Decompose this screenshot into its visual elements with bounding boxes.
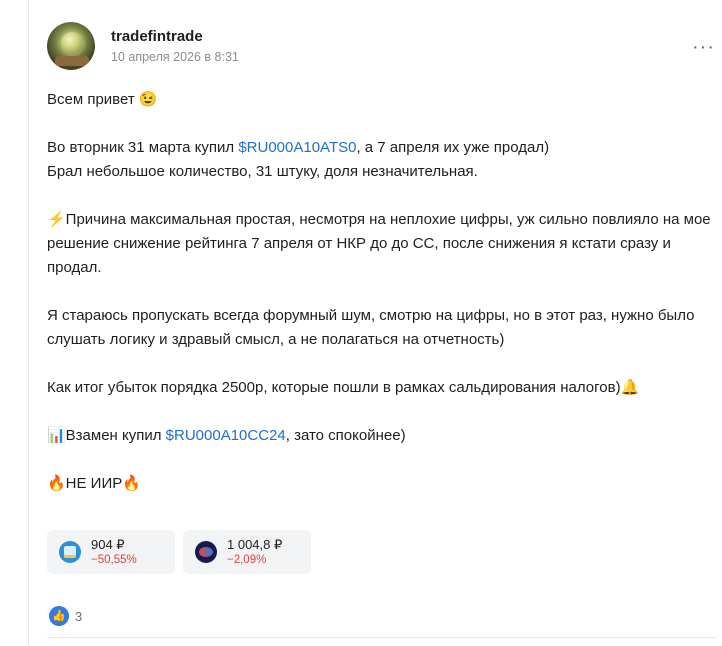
post-header: tradefintrade 10 апреля 2026 в 8:31 ··· xyxy=(47,20,722,72)
instrument-change: −2,09% xyxy=(227,554,267,566)
post-line: Как итог убыток порядка 2500р, которые п… xyxy=(47,379,640,396)
instrument-chip[interactable]: 904 ₽ −50,55% xyxy=(47,530,175,574)
post-body: Всем привет 😉 Во вторник 31 марта купил … xyxy=(47,88,717,496)
post-line: 🔥НЕ ИИР🔥 xyxy=(47,475,141,492)
like-count: 3 xyxy=(75,609,83,624)
instrument-chip[interactable]: 1 004,8 ₽ −2,09% xyxy=(183,530,311,574)
post-line: 📊Взамен купил $RU000A10CC24, зато спокой… xyxy=(47,424,717,448)
avatar-orb xyxy=(61,32,83,54)
post-line: Во вторник 31 марта купил $RU000A10ATS0,… xyxy=(47,136,717,160)
bond-issuer-logo-icon xyxy=(59,541,81,563)
text-fragment: , зато спокойнее) xyxy=(285,427,406,444)
post-line: ⚡Причина максимальная простая, несмотря … xyxy=(47,211,711,276)
thumbs-up-icon[interactable]: 👍 xyxy=(49,606,69,626)
instrument-price: 1 004,8 ₽ xyxy=(227,537,283,552)
instrument-price: 904 ₽ xyxy=(91,537,125,552)
text-fragment: Во вторник 31 марта купил xyxy=(47,139,239,156)
post-line: Брал небольшое количество, 31 штуку, дол… xyxy=(47,163,478,180)
ticker-link[interactable]: $RU000A10ATS0 xyxy=(238,139,356,156)
divider xyxy=(47,637,717,638)
post-card: tradefintrade 10 апреля 2026 в 8:31 ··· … xyxy=(28,0,722,646)
post-line: Всем привет 😉 xyxy=(47,91,158,108)
more-options-icon[interactable]: ··· xyxy=(692,36,715,59)
post-date: 10 апреля 2026 в 8:31 xyxy=(111,50,239,64)
avatar-base xyxy=(55,56,89,66)
avatar[interactable] xyxy=(47,22,95,70)
text-fragment: 📊Взамен купил xyxy=(47,427,166,444)
author-name[interactable]: tradefintrade xyxy=(111,28,203,45)
instrument-change: −50,55% xyxy=(91,554,137,566)
post-line: Я стараюсь пропускать всегда форумный шу… xyxy=(47,307,695,348)
ticker-link[interactable]: $RU000A10CC24 xyxy=(166,427,286,444)
text-fragment: , а 7 апреля их уже продал) xyxy=(356,139,550,156)
bond-issuer-logo-icon xyxy=(195,541,217,563)
